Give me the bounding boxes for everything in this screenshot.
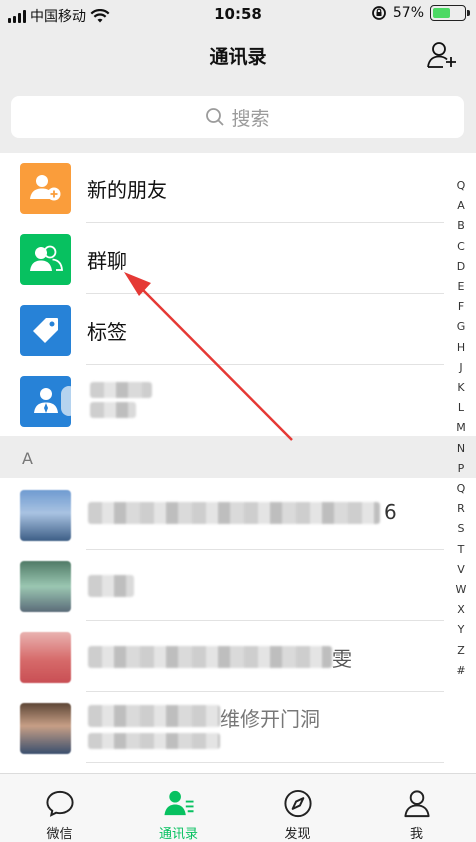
rotation-lock-icon xyxy=(371,6,386,20)
alphabet-index-letter[interactable]: D xyxy=(454,257,468,277)
alphabet-index-letter[interactable]: # xyxy=(454,661,468,681)
battery-percent: 57% xyxy=(392,5,424,21)
add-friend-icon[interactable] xyxy=(426,40,458,70)
alphabet-index-letter[interactable]: B xyxy=(454,216,468,236)
contact-name-tail: 维修开门洞 xyxy=(220,707,320,731)
new-friend-icon-box xyxy=(20,162,71,214)
alphabet-index-letter[interactable]: R xyxy=(454,499,468,519)
page-title: 通讯录 xyxy=(209,46,267,68)
tab-discover[interactable]: 发现 xyxy=(238,774,357,842)
search-placeholder: 搜索 xyxy=(231,107,270,130)
chat-icon xyxy=(45,790,74,817)
contacts-icon xyxy=(163,790,194,816)
battery-icon xyxy=(430,5,470,21)
alphabet-index-letter[interactable]: P xyxy=(454,459,468,479)
profile-icon xyxy=(403,790,430,818)
alphabet-index-letter[interactable]: Q xyxy=(454,479,468,499)
group-chat-icon-box xyxy=(20,233,71,285)
alphabet-index-letter[interactable]: S xyxy=(454,519,468,539)
tab-label: 微信 xyxy=(46,827,73,842)
alphabet-index-letter[interactable]: Z xyxy=(454,641,468,661)
tag-icon xyxy=(32,318,58,343)
blurred-name xyxy=(88,502,380,524)
search-bar[interactable]: 搜索 xyxy=(11,96,464,138)
alphabet-index-letter[interactable]: K xyxy=(454,378,468,398)
contact-row[interactable] xyxy=(0,764,444,773)
blurred-name xyxy=(90,382,152,398)
blurred-name xyxy=(88,575,134,597)
official-account-row[interactable] xyxy=(0,366,444,436)
alphabet-index-letter[interactable]: H xyxy=(454,338,468,358)
divider xyxy=(86,691,444,692)
tab-label: 发现 xyxy=(284,827,311,842)
divider xyxy=(86,549,444,550)
alphabet-index-letter[interactable]: F xyxy=(454,297,468,317)
tab-me[interactable]: 我 xyxy=(357,774,476,842)
contact-row[interactable] xyxy=(0,551,444,621)
alphabet-index-letter[interactable]: W xyxy=(454,580,468,600)
contact-name-tail: 雯 xyxy=(332,647,352,671)
divider xyxy=(86,293,444,294)
new-friends-row[interactable]: 新的朋友 xyxy=(0,153,444,223)
contact-avatar xyxy=(20,489,71,541)
alphabet-index-letter[interactable]: T xyxy=(454,540,468,560)
blurred-name xyxy=(88,705,220,727)
contact-list[interactable]: 新的朋友 群聊 标签 A 6 雯 维修开门洞 xyxy=(0,153,476,773)
nav-bar: 通讯录 xyxy=(0,30,476,80)
contact-avatar xyxy=(20,702,71,754)
group-chat-row[interactable]: 群聊 xyxy=(0,224,444,294)
divider xyxy=(86,222,444,223)
alphabet-index-letter[interactable]: E xyxy=(454,277,468,297)
contact-avatar xyxy=(20,631,71,683)
status-bar: 中国移动 10:58 57% xyxy=(0,0,476,30)
contact-row[interactable]: 6 xyxy=(0,480,444,550)
section-header-a: A xyxy=(0,436,476,478)
alphabet-index-letter[interactable]: Y xyxy=(454,620,468,640)
alphabet-index-letter[interactable]: G xyxy=(454,317,468,337)
tab-contacts[interactable]: 通讯录 xyxy=(119,774,238,842)
blurred-name xyxy=(88,733,220,749)
alphabet-index[interactable]: Q A B C D E F G H J K L M N P Q R S T V W X Y Z # xyxy=(454,176,468,681)
divider xyxy=(86,762,444,763)
contact-row[interactable]: 雯 xyxy=(0,622,444,692)
new-friends-label: 新的朋友 xyxy=(87,177,167,202)
alphabet-index-letter[interactable]: V xyxy=(454,560,468,580)
alphabet-index-letter[interactable]: A xyxy=(454,196,468,216)
contact-row[interactable]: 维修开门洞 xyxy=(0,693,444,763)
compass-icon xyxy=(283,789,312,818)
divider xyxy=(86,620,444,621)
divider xyxy=(86,364,444,365)
contact-avatar xyxy=(20,560,71,612)
official-account-icon-box xyxy=(20,375,71,427)
tags-row[interactable]: 标签 xyxy=(0,295,444,365)
alphabet-index-letter[interactable]: Q xyxy=(454,176,468,196)
alphabet-index-letter[interactable]: L xyxy=(454,398,468,418)
group-chat-icon xyxy=(29,245,63,271)
tag-icon-box xyxy=(20,304,71,356)
alphabet-index-letter[interactable]: J xyxy=(454,358,468,378)
tab-label: 我 xyxy=(409,827,423,842)
battery-fill xyxy=(433,8,451,18)
alphabet-index-letter[interactable]: X xyxy=(454,600,468,620)
tab-chats[interactable]: 微信 xyxy=(0,774,119,842)
tab-label: 通讯录 xyxy=(158,827,198,842)
status-right: 57% xyxy=(371,5,470,21)
blurred-name xyxy=(88,646,332,668)
alphabet-index-letter[interactable]: M xyxy=(454,418,468,438)
tags-label: 标签 xyxy=(87,319,127,344)
tab-bar: 微信 通讯录 发现 我 xyxy=(0,773,476,842)
blurred-name xyxy=(90,402,136,418)
search-icon xyxy=(206,108,225,126)
official-account-icon xyxy=(33,388,58,413)
group-chat-label: 群聊 xyxy=(87,248,127,273)
alphabet-index-letter[interactable]: C xyxy=(454,237,468,257)
new-friend-icon xyxy=(29,175,60,201)
contact-name-tail: 6 xyxy=(384,500,397,524)
alphabet-index-letter[interactable]: N xyxy=(454,439,468,459)
